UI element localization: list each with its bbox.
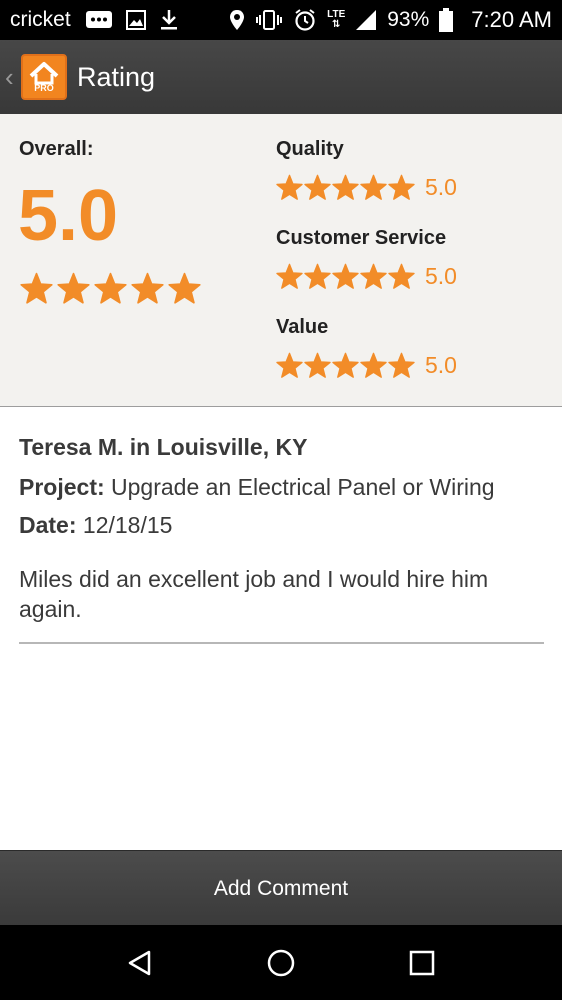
vibrate-icon: [256, 10, 283, 30]
download-icon: [160, 10, 177, 30]
project-label: Project:: [19, 474, 105, 500]
recents-button[interactable]: [397, 938, 447, 988]
value-stars: [276, 352, 415, 379]
lte-indicator: LTE ⇅: [327, 9, 346, 30]
message-icon: [85, 11, 112, 28]
home-circle-icon: [267, 949, 295, 976]
action-bar: ‹ PRO Rating: [0, 40, 562, 114]
carrier-name: cricket: [10, 8, 71, 31]
value-value: 5.0: [425, 352, 457, 378]
image-icon: [125, 10, 146, 30]
star-icon: [276, 352, 303, 378]
star-icon: [360, 263, 387, 289]
ratings-panel: Overall: 5.0 Quality 5.0 Customer Servic…: [0, 114, 562, 407]
customer-service-rating-row: 5.0: [276, 263, 457, 290]
star-icon: [57, 272, 90, 304]
signal-icon: [356, 10, 377, 30]
recents-square-icon: [409, 950, 434, 975]
value-label: Value: [276, 316, 329, 338]
star-icon: [304, 263, 331, 289]
customer-service-value: 5.0: [425, 263, 457, 289]
star-icon: [388, 174, 415, 200]
star-icon: [304, 174, 331, 200]
star-icon: [276, 174, 303, 200]
quality-rating-row: 5.0: [276, 174, 457, 201]
star-icon: [20, 272, 53, 304]
review-date: Date: 12/18/15: [19, 512, 172, 539]
status-bar: cricket LTE ⇅ 93% 7:20 AM: [0, 0, 562, 40]
star-icon: [332, 174, 359, 200]
app-logo[interactable]: PRO: [21, 54, 67, 100]
page-title: Rating: [77, 61, 156, 92]
star-icon: [332, 263, 359, 289]
alarm-icon: [295, 9, 315, 31]
date-value: 12/18/15: [82, 512, 173, 538]
star-icon: [94, 272, 127, 304]
overall-score: 5.0: [18, 176, 119, 256]
battery-icon: [439, 8, 454, 32]
divider: [19, 642, 544, 644]
back-triangle-icon: [129, 950, 151, 975]
overall-stars: [20, 272, 201, 305]
pro-badge: PRO: [34, 83, 54, 93]
star-icon: [360, 352, 387, 378]
chevron-left-icon[interactable]: ‹: [5, 62, 19, 93]
clock: 7:20 AM: [471, 7, 552, 32]
back-button[interactable]: [115, 938, 165, 988]
star-icon: [360, 174, 387, 200]
star-icon: [276, 263, 303, 289]
star-icon: [388, 352, 415, 378]
star-icon: [168, 272, 201, 304]
review-author: Teresa M. in Louisville, KY: [19, 434, 308, 460]
quality-value: 5.0: [425, 174, 457, 200]
date-label: Date:: [19, 512, 77, 538]
star-icon: [131, 272, 164, 304]
quality-stars: [276, 174, 415, 201]
project-value: Upgrade an Electrical Panel or Wiring: [111, 474, 495, 500]
customer-service-stars: [276, 263, 415, 290]
add-comment-button[interactable]: Add Comment: [0, 850, 562, 926]
quality-label: Quality: [276, 138, 344, 160]
navigation-bar: [0, 925, 562, 1000]
star-icon: [388, 263, 415, 289]
battery-percent: 93%: [387, 8, 430, 31]
home-button[interactable]: [256, 938, 306, 988]
overall-label: Overall:: [19, 138, 94, 160]
value-rating-row: 5.0: [276, 352, 457, 379]
customer-service-label: Customer Service: [276, 227, 447, 249]
review-text: Miles did an excellent job and I would h…: [19, 566, 489, 622]
location-icon: [230, 10, 245, 30]
review-project: Project: Upgrade an Electrical Panel or …: [19, 474, 495, 501]
star-icon: [332, 352, 359, 378]
star-icon: [304, 352, 331, 378]
